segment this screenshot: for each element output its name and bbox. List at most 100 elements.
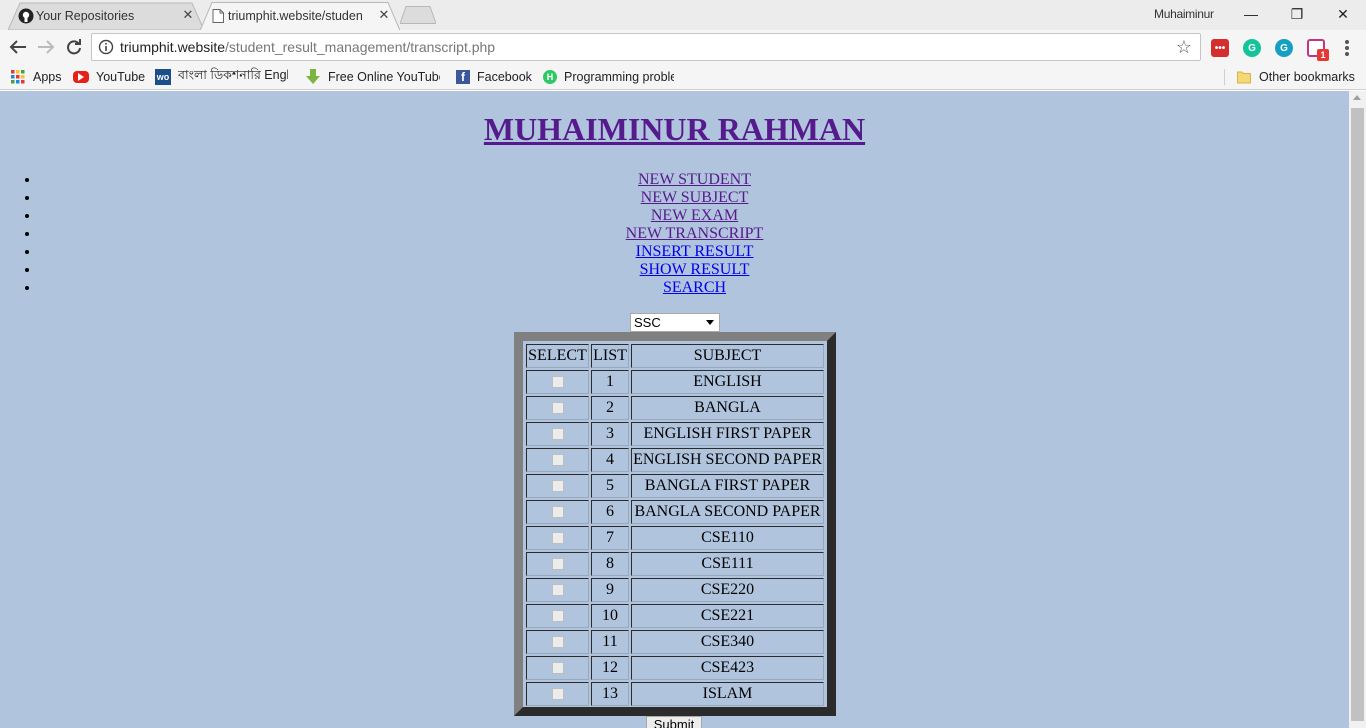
subject-cell: CSE110 bbox=[631, 526, 824, 550]
tab-transcript[interactable]: triumphit.website/studen ✕ bbox=[200, 2, 400, 30]
list-cell: 3 bbox=[591, 422, 629, 446]
subject-checkbox[interactable] bbox=[551, 688, 564, 701]
browser-titlebar: Your Repositories ✕ triumphit.website/st… bbox=[0, 0, 1366, 30]
nav-link-search[interactable]: SEARCH bbox=[663, 279, 726, 296]
subject-checkbox[interactable] bbox=[551, 584, 564, 597]
nav-link-new-exam[interactable]: NEW EXAM bbox=[651, 207, 738, 224]
subject-checkbox[interactable] bbox=[551, 402, 564, 415]
download-arrow-icon bbox=[305, 69, 321, 85]
subject-cell: ENGLISH bbox=[631, 370, 824, 394]
wordweb-icon: wo bbox=[155, 69, 171, 85]
exam-select[interactable]: SSC bbox=[630, 313, 720, 332]
subject-checkbox[interactable] bbox=[551, 662, 564, 675]
bookmark-facebook[interactable]: f Facebook bbox=[456, 68, 532, 86]
nav-link-new-subject[interactable]: NEW SUBJECT bbox=[641, 189, 749, 206]
extension-badge: 1 bbox=[1317, 49, 1329, 61]
subject-checkbox[interactable] bbox=[551, 506, 564, 519]
bookmark-programming-problems[interactable]: H Programming proble bbox=[543, 68, 674, 86]
list-cell: 11 bbox=[591, 630, 629, 654]
select-cell bbox=[526, 474, 589, 498]
select-cell bbox=[526, 552, 589, 576]
subject-cell: ISLAM bbox=[631, 682, 824, 706]
bookmark-label: বাংলা ডিকশনারি Engl bbox=[178, 68, 288, 82]
nav-link-insert-result[interactable]: INSERT RESULT bbox=[636, 243, 754, 260]
subject-checkbox[interactable] bbox=[551, 376, 564, 389]
nav-link-show-result[interactable]: SHOW RESULT bbox=[640, 261, 750, 278]
subject-checkbox[interactable] bbox=[551, 532, 564, 545]
bookmark-apps[interactable]: Apps bbox=[10, 68, 62, 86]
grammarly-alt-extension-icon[interactable]: G bbox=[1275, 39, 1293, 57]
list-cell: 2 bbox=[591, 396, 629, 420]
nav-link-new-transcript[interactable]: NEW TRANSCRIPT bbox=[626, 225, 764, 242]
bookmark-free-online-youtube[interactable]: Free Online YouTube bbox=[305, 68, 440, 86]
subject-cell: BANGLA FIRST PAPER bbox=[631, 474, 824, 498]
minimize-button[interactable]: — bbox=[1228, 0, 1274, 28]
chrome-menu-icon[interactable] bbox=[1340, 38, 1354, 58]
subject-cell: ENGLISH SECOND PAPER bbox=[631, 448, 824, 472]
bookmark-youtube[interactable]: YouTube bbox=[73, 68, 145, 86]
forward-icon[interactable] bbox=[35, 36, 57, 58]
scrollbar-thumb[interactable] bbox=[1351, 108, 1364, 721]
document-icon bbox=[210, 8, 226, 24]
subject-cell: CSE423 bbox=[631, 656, 824, 680]
tab-title: Your Repositories bbox=[36, 9, 135, 23]
subject-cell: BANGLA SECOND PAPER bbox=[631, 500, 824, 524]
reload-icon[interactable] bbox=[63, 36, 85, 58]
list-cell: 12 bbox=[591, 656, 629, 680]
nav-item-new-subject: NEW SUBJECT bbox=[40, 189, 1349, 207]
select-cell bbox=[526, 630, 589, 654]
lastpass-extension-icon[interactable]: ••• bbox=[1211, 39, 1229, 57]
select-cell bbox=[526, 526, 589, 550]
table-row: 8 CSE111 bbox=[526, 552, 824, 576]
column-header-list: LIST bbox=[591, 344, 629, 368]
profile-name[interactable]: Muhaiminur bbox=[1154, 7, 1214, 21]
table-row: 2 BANGLA bbox=[526, 396, 824, 420]
dropdown-caret-icon bbox=[706, 320, 714, 325]
bookmark-label: Apps bbox=[33, 70, 62, 84]
subject-checkbox[interactable] bbox=[551, 428, 564, 441]
tab-close-icon[interactable]: ✕ bbox=[376, 7, 392, 23]
back-icon[interactable] bbox=[7, 36, 29, 58]
facebook-icon: f bbox=[456, 70, 470, 84]
subject-cell: BANGLA bbox=[631, 396, 824, 420]
subject-checkbox[interactable] bbox=[551, 454, 564, 467]
table-header-row: SELECT LIST SUBJECT bbox=[526, 344, 824, 368]
scroll-up-arrow-icon[interactable] bbox=[1353, 95, 1361, 100]
list-cell: 5 bbox=[591, 474, 629, 498]
instagram-extension-icon[interactable]: 1 bbox=[1307, 39, 1329, 61]
list-cell: 7 bbox=[591, 526, 629, 550]
tab-title: triumphit.website/studen bbox=[228, 9, 363, 23]
youtube-icon bbox=[73, 71, 89, 83]
select-cell bbox=[526, 422, 589, 446]
new-tab-button[interactable] bbox=[400, 6, 436, 24]
page-scrollbar[interactable] bbox=[1349, 91, 1366, 728]
table-row: 13 ISLAM bbox=[526, 682, 824, 706]
select-cell bbox=[526, 578, 589, 602]
list-cell: 10 bbox=[591, 604, 629, 628]
bookmark-label: Other bookmarks bbox=[1259, 70, 1355, 84]
table-row: 7 CSE110 bbox=[526, 526, 824, 550]
bookmark-other-bookmarks[interactable]: Other bookmarks bbox=[1236, 68, 1355, 86]
tab-your-repositories[interactable]: Your Repositories ✕ bbox=[8, 2, 204, 30]
subject-cell: ENGLISH FIRST PAPER bbox=[631, 422, 824, 446]
close-window-button[interactable]: ✕ bbox=[1320, 0, 1366, 28]
browser-toolbar: triumphit.website/student_result_managem… bbox=[0, 30, 1366, 64]
subject-checkbox[interactable] bbox=[551, 610, 564, 623]
subject-checkbox[interactable] bbox=[551, 480, 564, 493]
address-bar[interactable]: triumphit.website/student_result_managem… bbox=[91, 33, 1201, 61]
bookmark-label: Free Online YouTube bbox=[328, 70, 440, 84]
page-title-link[interactable]: MUHAIMINUR RAHMAN bbox=[484, 111, 865, 147]
subjects-table-frame: SELECT LIST SUBJECT 1 ENGLISH 2 BANGLA 3 EN… bbox=[514, 332, 836, 716]
subject-checkbox[interactable] bbox=[551, 636, 564, 649]
grammarly-extension-icon[interactable]: G bbox=[1243, 39, 1261, 57]
nav-item-insert-result: INSERT RESULT bbox=[40, 243, 1349, 261]
select-cell bbox=[526, 396, 589, 420]
submit-button[interactable]: Submit bbox=[646, 716, 702, 728]
tab-close-icon[interactable]: ✕ bbox=[180, 7, 196, 23]
restore-button[interactable]: ❐ bbox=[1274, 0, 1320, 28]
nav-link-new-student[interactable]: NEW STUDENT bbox=[638, 171, 751, 188]
bookmark-star-icon[interactable]: ☆ bbox=[1174, 37, 1194, 57]
subject-checkbox[interactable] bbox=[551, 558, 564, 571]
info-icon[interactable] bbox=[98, 39, 114, 55]
bookmark-bangla-dictionary[interactable]: wo বাংলা ডিকশনারি Engl bbox=[155, 68, 288, 86]
